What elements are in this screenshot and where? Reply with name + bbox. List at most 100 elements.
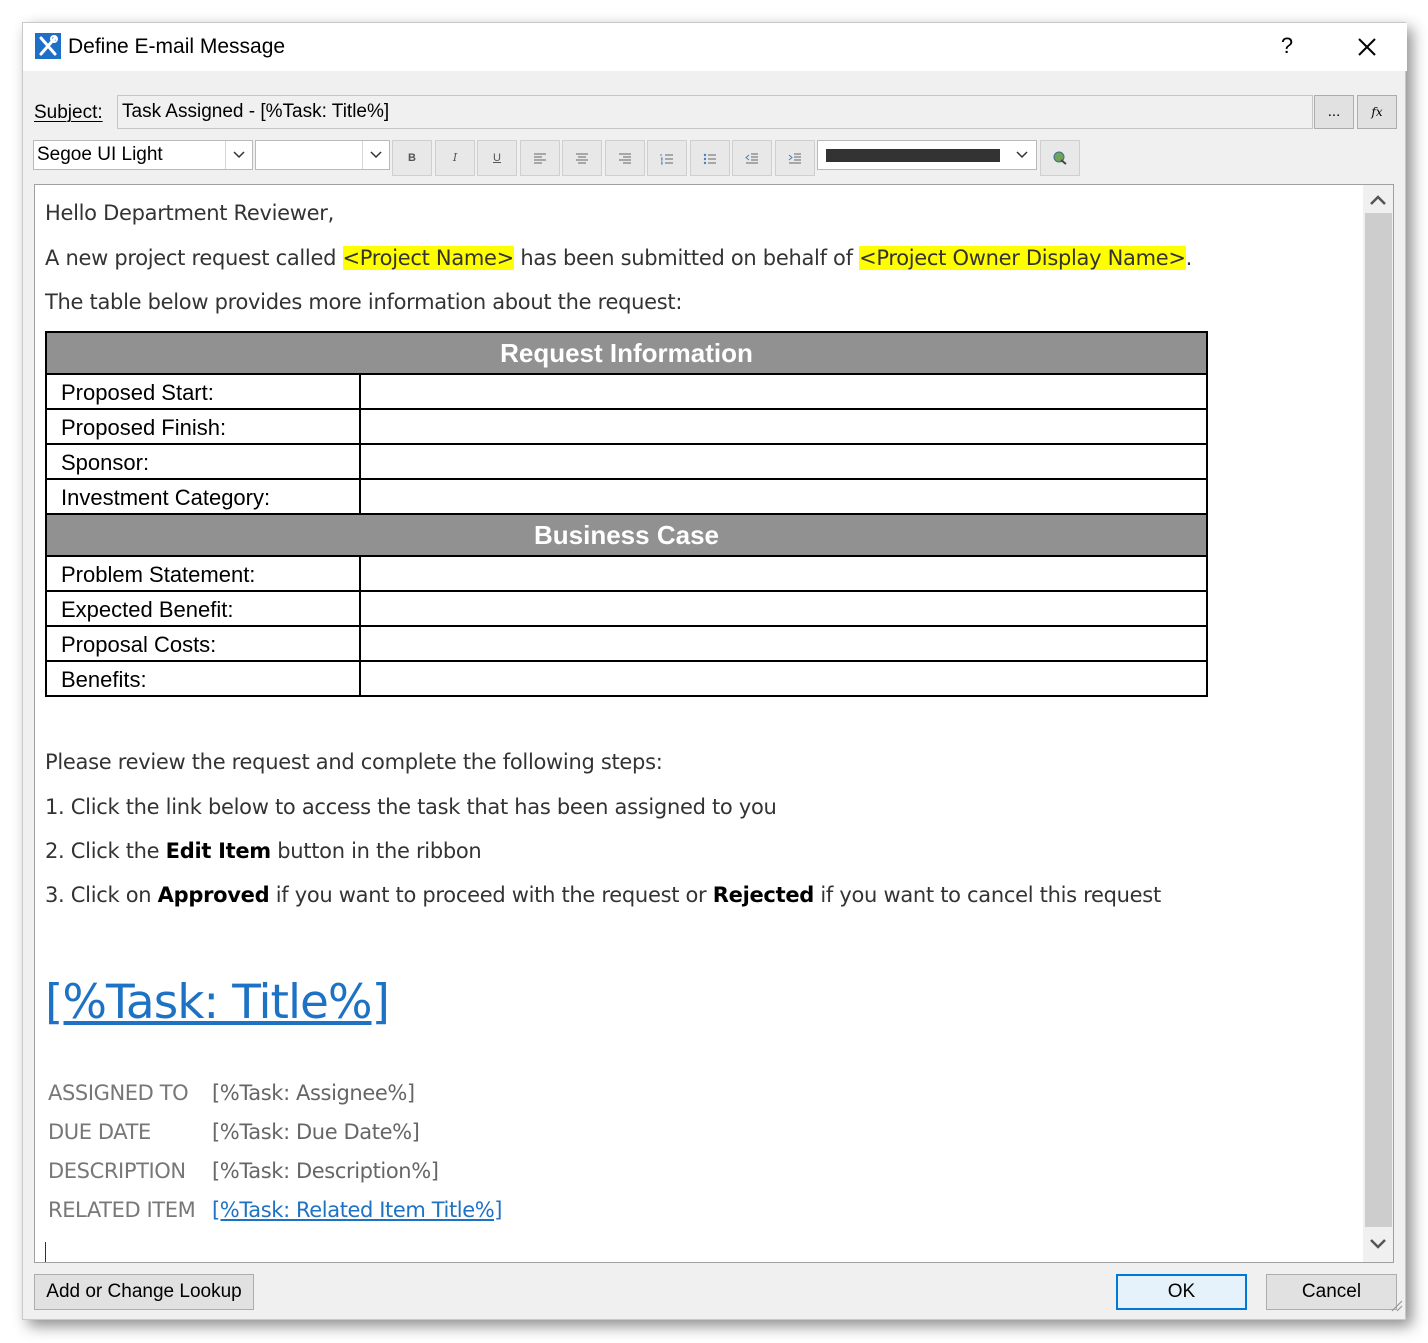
assigned-to-label: ASSIGNED TO xyxy=(48,1081,189,1105)
align-left-button[interactable] xyxy=(520,140,560,176)
window-title: Define E-mail Message xyxy=(68,35,286,58)
numbered-list-button[interactable] xyxy=(647,140,687,176)
table-row: Investment Category: xyxy=(45,478,1208,515)
due-date-label: DUE DATE xyxy=(48,1120,151,1144)
bold-button[interactable]: B xyxy=(392,140,432,176)
table-row-value xyxy=(359,373,1208,410)
resize-grip-icon[interactable] xyxy=(1389,1298,1403,1317)
table-intro-text: The table below provides more informatio… xyxy=(45,290,683,314)
table-row: Sponsor: xyxy=(45,443,1208,480)
format-toolbar: Segoe UI Light B I U xyxy=(33,140,1373,176)
align-right-button[interactable] xyxy=(605,140,645,176)
bullet-list-button[interactable] xyxy=(690,140,730,176)
table-row: Expected Benefit: xyxy=(45,590,1208,627)
ok-button[interactable]: OK xyxy=(1116,1274,1247,1310)
title-bar: Define E-mail Message ? xyxy=(23,23,1407,71)
underline-button[interactable]: U xyxy=(477,140,517,176)
chevron-down-icon xyxy=(1009,141,1036,169)
table-row-value xyxy=(359,443,1208,480)
close-button[interactable] xyxy=(1345,29,1389,65)
close-icon xyxy=(1358,38,1376,56)
decrease-indent-icon xyxy=(745,153,758,164)
subject-label: Subject: xyxy=(34,102,103,124)
step-3-part-c: if you want to proceed with the request … xyxy=(269,883,713,907)
table-row-label: Problem Statement: xyxy=(45,555,361,592)
step-3-approved: Approved xyxy=(157,883,270,907)
step-1-text: 1. Click the link below to access the ta… xyxy=(45,795,777,819)
table-row-value xyxy=(359,555,1208,592)
step-2-text: 2. Click the Edit Item button in the rib… xyxy=(45,839,482,863)
project-name-token: <Project Name> xyxy=(342,246,514,270)
font-family-select[interactable]: Segoe UI Light xyxy=(33,140,253,170)
text-color-swatch xyxy=(826,149,1000,162)
bullet-list-icon xyxy=(703,153,716,165)
intro-text-3: . xyxy=(1185,246,1193,270)
table-row-label: Expected Benefit: xyxy=(45,590,361,627)
table-row: Problem Statement: xyxy=(45,555,1208,592)
tools-app-icon xyxy=(35,33,61,59)
insert-link-button[interactable] xyxy=(1040,140,1080,176)
step-2-part-c: button in the ribbon xyxy=(270,839,482,863)
assigned-to-value: [%Task: Assignee%] xyxy=(212,1081,415,1105)
table-row-value xyxy=(359,590,1208,627)
project-owner-token: <Project Owner Display Name> xyxy=(859,246,1186,270)
table-row-value xyxy=(359,660,1208,697)
increase-indent-button[interactable] xyxy=(775,140,815,176)
intro-paragraph: A new project request called <Project Na… xyxy=(45,246,1192,270)
step-3-rejected: Rejected xyxy=(712,883,815,907)
chevron-down-icon xyxy=(225,141,252,169)
table-row-label: Benefits: xyxy=(45,660,361,697)
table-header-row: Request Information xyxy=(45,331,1208,375)
due-date-value: [%Task: Due Date%] xyxy=(212,1120,420,1144)
table-row: Proposal Costs: xyxy=(45,625,1208,662)
table-row-label: Proposal Costs: xyxy=(45,625,361,662)
increase-indent-icon xyxy=(788,153,801,164)
step-3-part-e: if you want to cancel this request xyxy=(814,883,1161,907)
table-row: Proposed Start: xyxy=(45,373,1208,410)
step-3-text: 3. Click on Approved if you want to proc… xyxy=(45,883,1161,907)
globe-link-icon xyxy=(1053,151,1067,165)
table-row-value xyxy=(359,625,1208,662)
steps-intro-text: Please review the request and complete t… xyxy=(45,750,663,774)
decrease-indent-button[interactable] xyxy=(732,140,772,176)
table-row: Benefits: xyxy=(45,660,1208,697)
table-row-label: Proposed Start: xyxy=(45,373,361,410)
chevron-down-icon xyxy=(362,141,389,169)
greeting-text: Hello Department Reviewer, xyxy=(45,201,335,225)
step-3-part-a: 3. Click on xyxy=(45,883,158,907)
step-2-part-a: 2. Click the xyxy=(45,839,166,863)
related-item-link[interactable]: [%Task: Related Item Title%] xyxy=(212,1198,502,1222)
help-button[interactable]: ? xyxy=(1267,29,1307,65)
define-email-dialog: Define E-mail Message ? Subject: Task As… xyxy=(22,22,1407,1320)
request-information-header: Request Information xyxy=(45,331,1208,375)
intro-text-1: A new project request called xyxy=(45,246,343,270)
description-value: [%Task: Description%] xyxy=(212,1159,439,1183)
subject-browse-button[interactable]: ... xyxy=(1314,95,1354,129)
font-family-value: Segoe UI Light xyxy=(37,144,163,165)
task-title-link[interactable]: [%Task: Title%] xyxy=(45,975,390,1030)
vertical-scrollbar[interactable] xyxy=(1363,185,1393,1262)
message-body-editor[interactable]: Hello Department Reviewer, A new project… xyxy=(34,184,1394,1263)
text-color-select[interactable] xyxy=(817,140,1037,170)
step-2-edit-item: Edit Item xyxy=(165,839,272,863)
cancel-button[interactable]: Cancel xyxy=(1266,1274,1397,1310)
add-change-lookup-button[interactable]: Add or Change Lookup xyxy=(34,1274,254,1310)
intro-text-2: has been submitted on behalf of xyxy=(513,246,860,270)
align-center-button[interactable] xyxy=(562,140,602,176)
request-information-table: Request Information Proposed Start: Prop… xyxy=(45,331,1208,697)
scroll-up-icon[interactable] xyxy=(1368,193,1388,212)
subject-input[interactable]: Task Assigned - [%Task: Title%] xyxy=(117,95,1313,129)
table-row-label: Sponsor: xyxy=(45,443,361,480)
scroll-thumb[interactable] xyxy=(1365,213,1392,1227)
text-caret xyxy=(45,1242,46,1262)
subject-label-text: Subject: xyxy=(34,102,103,123)
numbered-list-icon xyxy=(660,154,673,165)
scroll-down-icon[interactable] xyxy=(1368,1237,1388,1256)
table-row-value xyxy=(359,408,1208,445)
description-label: DESCRIPTION xyxy=(48,1159,186,1183)
business-case-header: Business Case xyxy=(45,513,1208,557)
align-left-icon xyxy=(534,153,546,164)
italic-button[interactable]: I xyxy=(435,140,475,176)
font-size-select[interactable] xyxy=(255,140,390,170)
subject-function-button[interactable]: fx xyxy=(1357,95,1397,129)
